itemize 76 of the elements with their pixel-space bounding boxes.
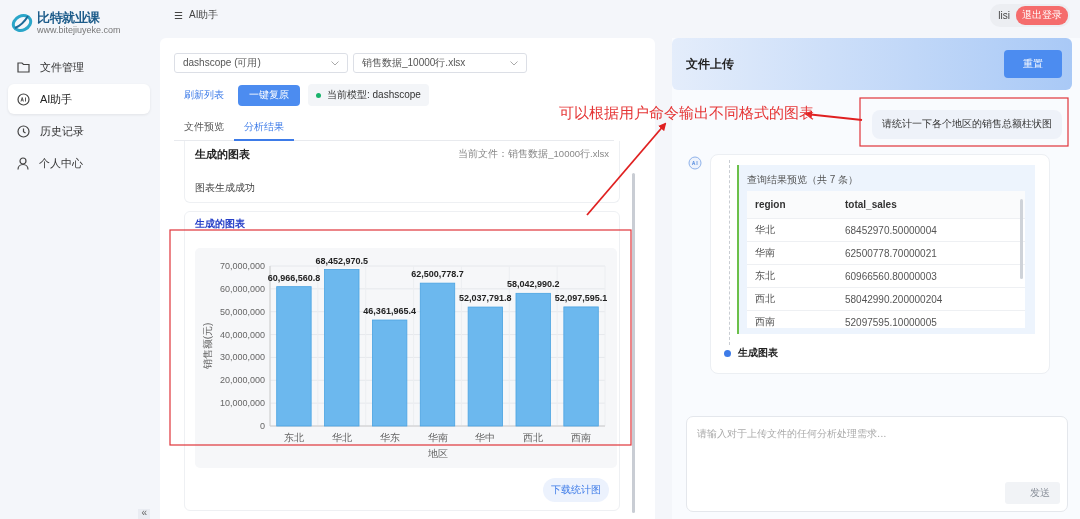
user-icon [17, 156, 29, 170]
data-label: 52,097,595.1 [554, 292, 608, 303]
model-select[interactable]: dashscope (可用) [174, 53, 348, 73]
scrollbar[interactable] [1020, 199, 1023, 279]
card-title: 生成的图表 [195, 147, 250, 162]
file-select[interactable]: 销售数据_10000行.xlsx [353, 53, 527, 73]
collapse-button[interactable]: « [138, 509, 150, 519]
column-header: region [755, 199, 787, 210]
y-tick-label: 50,000,000 [219, 306, 265, 317]
logout-button[interactable]: 退出登录 [1016, 5, 1068, 25]
column-header: total_sales [845, 199, 898, 210]
chevron-down-icon [510, 60, 518, 66]
sidebar-item[interactable]: 文件管理 [8, 52, 150, 82]
sidebar-item[interactable]: 历史记录 [8, 116, 150, 146]
current-file: 当前文件：销售数据_10000行.xlsx [458, 148, 609, 161]
table-cell-text: 西北 [755, 292, 776, 306]
table-cell-text: 52097595.10000005 [845, 316, 938, 328]
reset-button[interactable]: 重置 [1004, 50, 1062, 78]
download-button[interactable]: 下载统计图 [543, 478, 609, 502]
x-axis-title: 地区 [427, 448, 448, 459]
table-cell-text: 西南 [755, 315, 776, 328]
menu-icon[interactable]: ☰ [174, 9, 183, 21]
sidebar-item[interactable]: AI助手 [8, 84, 150, 114]
preview-title: 查询结果预览（共 7 条） [747, 173, 860, 187]
step-dot [724, 349, 731, 357]
panel-title: 文件上传 [686, 55, 734, 73]
x-tick-label: 华南 [427, 432, 448, 443]
refresh-link[interactable]: 刷新列表 [174, 88, 238, 102]
ai-icon [17, 92, 30, 106]
y-axis-title: 销售额(元) [202, 322, 213, 370]
table-cell-text: 62500778.70000021 [845, 247, 938, 259]
user-name: lisi [998, 9, 1010, 21]
table-cell-text: 华北 [755, 223, 776, 237]
x-tick-label: 华北 [331, 432, 352, 443]
y-tick-label: 20,000,000 [219, 375, 265, 386]
x-tick-label: 西南 [571, 432, 592, 443]
y-tick-label: 30,000,000 [219, 352, 265, 363]
folder-icon [17, 61, 30, 73]
annotation-text: 可以根据用户命令输出不同格式的图表 [559, 104, 814, 123]
logo-url: www.bitejiuyeke.com [37, 25, 121, 35]
tab[interactable]: 分析结果 [234, 119, 294, 141]
clock-icon [17, 124, 30, 138]
page-title: AI助手 [189, 8, 219, 22]
data-label: 60,966,560.8 [267, 272, 321, 283]
tab[interactable]: 文件预览 [174, 119, 234, 141]
data-label: 52,037,791.8 [459, 293, 512, 304]
table-cell-text: 60966560.80000003 [845, 270, 938, 282]
logo-icon [11, 13, 33, 33]
table-cell-text: 68452970.50000004 [845, 224, 938, 236]
user-message: 请统计一下各个地区的销售总额柱状图 [872, 110, 1062, 139]
sidebar-item[interactable]: 个人中心 [8, 148, 150, 178]
card-title: 生成的图表 [195, 217, 246, 231]
x-tick-label: 东北 [283, 432, 304, 443]
restore-button[interactable]: 一键复原 [238, 84, 300, 106]
scrollbar[interactable] [632, 173, 635, 513]
step-label: 生成图表 [738, 346, 778, 360]
table-cell-text: 58042990.200000204 [845, 293, 944, 305]
table-cell-text: 华南 [755, 246, 776, 260]
logo-text: 比特就业课 [37, 11, 101, 25]
x-tick-label: 华中 [475, 432, 496, 443]
x-tick-label: 华东 [379, 432, 400, 443]
data-label: 68,452,970.5 [315, 255, 369, 266]
ai-avatar-icon [688, 156, 702, 170]
y-tick-label: 40,000,000 [219, 329, 265, 340]
x-tick-label: 西北 [523, 432, 544, 443]
y-tick-label: 60,000,000 [219, 283, 265, 294]
y-tick-label: 70,000,000 [219, 261, 265, 271]
chevron-down-icon [331, 60, 339, 66]
data-label: 62,500,778.7 [411, 269, 464, 280]
table-cell-text: 东北 [755, 269, 776, 283]
model-status: 当前模型: dashscope [308, 84, 429, 106]
y-tick-label: 10,000,000 [219, 398, 265, 409]
y-tick-label: 0 [260, 421, 265, 431]
status-message: 图表生成成功 [195, 182, 256, 195]
data-label: 46,361,965.4 [363, 306, 416, 317]
data-label: 58,042,990.2 [506, 279, 560, 290]
